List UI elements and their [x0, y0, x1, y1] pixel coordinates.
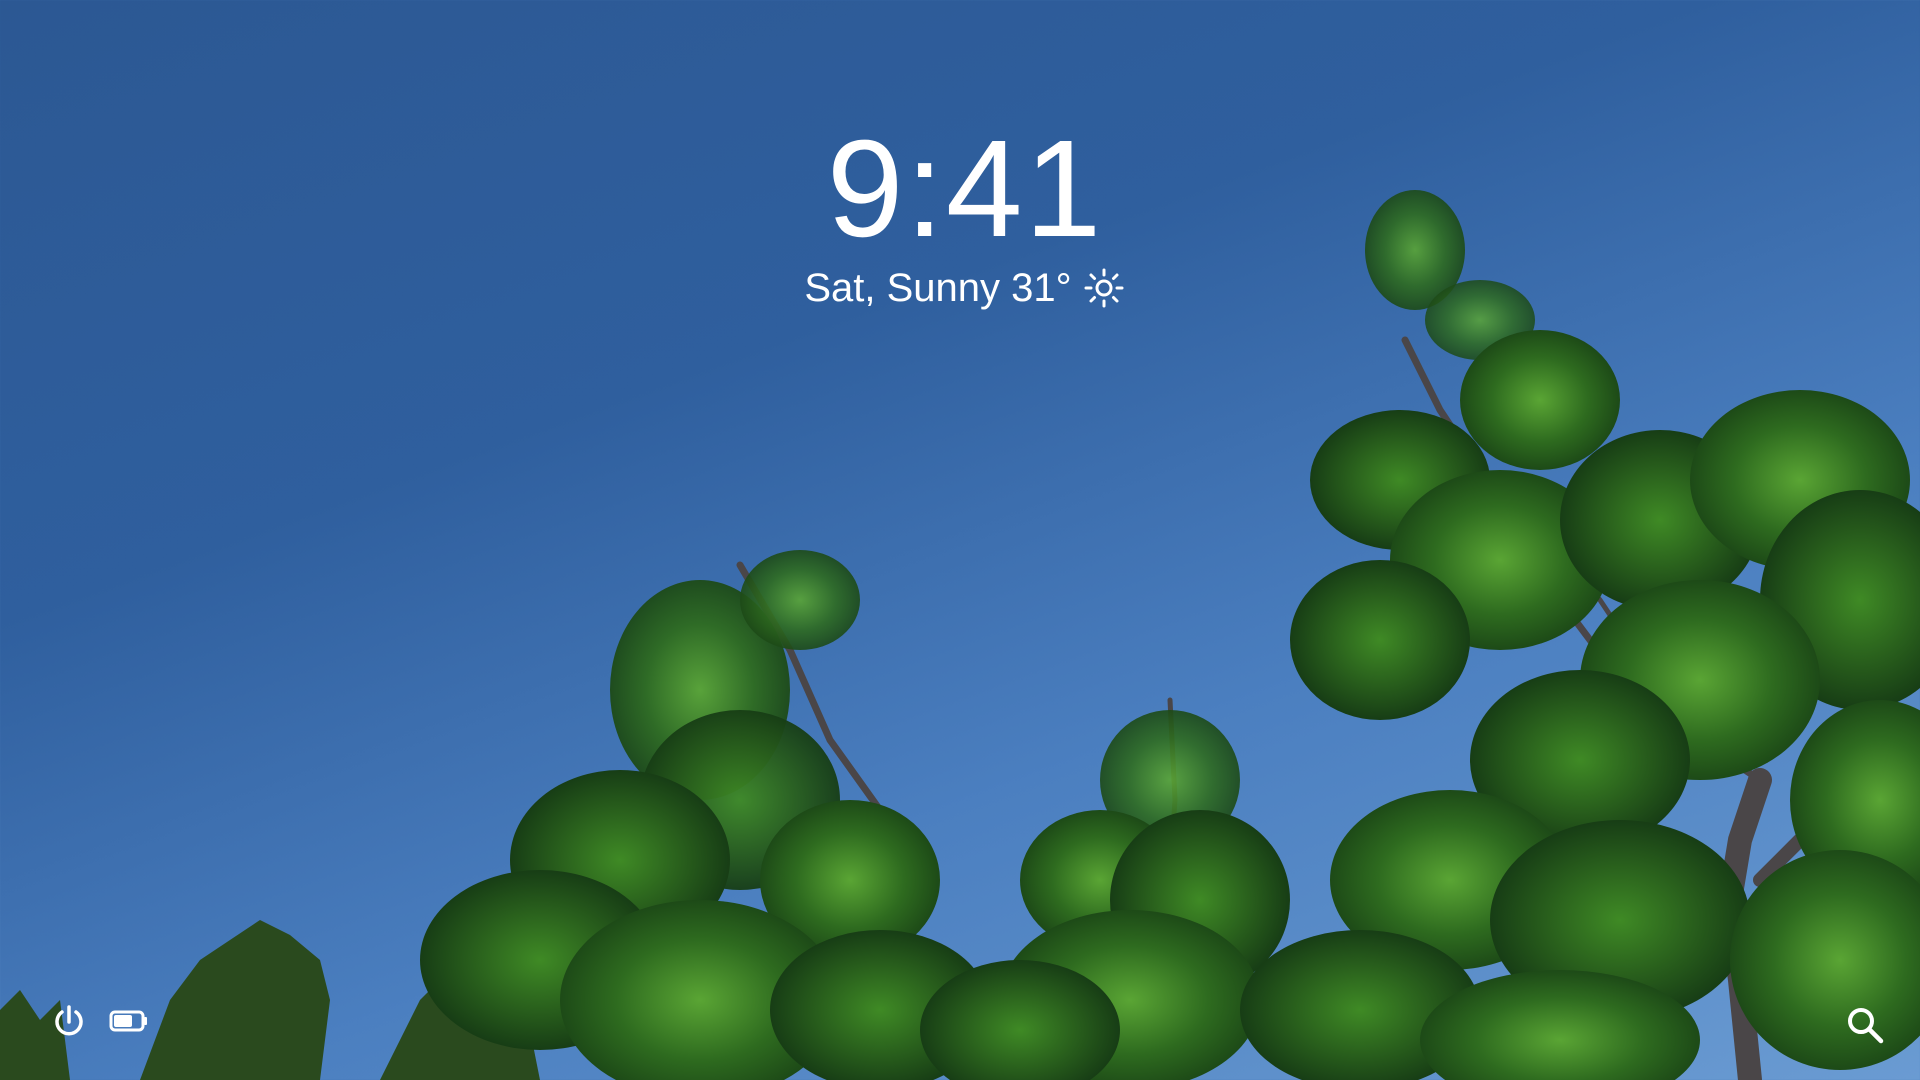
search-button[interactable]	[1840, 1002, 1890, 1052]
battery-status[interactable]	[108, 1002, 150, 1044]
foliage	[420, 190, 1920, 1080]
battery-icon	[109, 1009, 149, 1038]
power-button[interactable]	[48, 1002, 90, 1044]
date-weather-text: Sat, Sunny 31°	[804, 266, 1072, 310]
search-icon	[1844, 1004, 1886, 1051]
date-weather-row: Sat, Sunny 31°	[0, 266, 1920, 310]
sun-icon	[1082, 266, 1126, 310]
lockscreen-tray	[48, 1002, 150, 1044]
power-icon	[51, 1003, 87, 1044]
lockscreen-clock: 9:41	[826, 112, 1104, 266]
